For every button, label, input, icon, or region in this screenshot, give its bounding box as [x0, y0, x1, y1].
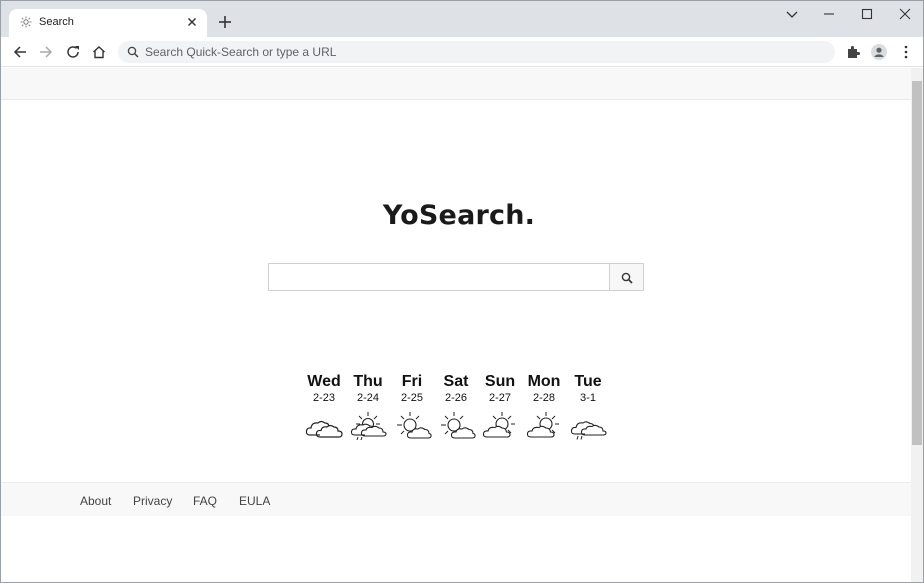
- address-bar[interactable]: [118, 41, 835, 63]
- forecast-day[interactable]: Fri 2-25: [390, 373, 434, 439]
- forecast-day-name: Sat: [443, 373, 469, 390]
- forecast-day[interactable]: Wed 2-23: [302, 373, 346, 438]
- forecast-day-name: Sun: [484, 373, 516, 390]
- chevron-down-icon[interactable]: [784, 7, 800, 21]
- browser-window: Search Search Quick-Search or type a URL…: [0, 0, 924, 583]
- close-tab-icon[interactable]: [185, 15, 199, 29]
- site-logo: YoSearch.: [382, 200, 536, 231]
- forecast-day[interactable]: Thu 2-24: [346, 373, 390, 441]
- forecast-date: 2-26: [444, 392, 468, 404]
- maximize-icon[interactable]: [859, 7, 875, 21]
- forecast-day[interactable]: Sun 2-27: [478, 373, 522, 438]
- search-icon: [127, 46, 139, 58]
- forecast-date: 2-23: [312, 392, 336, 404]
- profile-icon[interactable]: [871, 44, 887, 60]
- weather-forecast: Wed 2-23 Thu 2-24 Fri 2-25 Sat 2-26 Sun …: [302, 373, 614, 443]
- search-icon: [621, 272, 633, 284]
- forecast-day-name: Fri: [401, 373, 423, 390]
- scrollbar-thumb[interactable]: [912, 81, 922, 445]
- rain-cloud-icon: [570, 421, 607, 440]
- page-top-bar: [1, 68, 911, 100]
- partly-sunny-icon: [397, 412, 432, 439]
- partly-sunny-icon: [482, 412, 515, 438]
- page-footer: About Privacy FAQ EULA: [1, 482, 911, 516]
- forecast-date: 3-1: [580, 392, 596, 404]
- reload-icon[interactable]: [65, 44, 81, 60]
- browser-toolbar: [1, 37, 923, 67]
- forecast-day-name: Tue: [574, 373, 602, 390]
- forecast-day[interactable]: Sat 2-26: [434, 373, 478, 439]
- forecast-date: 2-27: [488, 392, 512, 404]
- sun-icon: [20, 16, 32, 28]
- minimize-icon[interactable]: [821, 7, 837, 21]
- search-input[interactable]: [268, 263, 609, 291]
- partly-sunny-icon: [526, 412, 559, 438]
- close-window-icon[interactable]: [897, 7, 913, 21]
- address-input[interactable]: [145, 41, 825, 63]
- partly-sunny-icon: [441, 412, 476, 439]
- forecast-date: 2-25: [400, 392, 424, 404]
- extensions-icon[interactable]: [845, 44, 861, 60]
- menu-icon[interactable]: [898, 44, 914, 60]
- sun-cloud-rain-icon: [350, 412, 387, 441]
- forecast-date: 2-28: [532, 392, 556, 404]
- footer-link-eula[interactable]: EULA: [239, 494, 270, 508]
- new-tab-icon[interactable]: [217, 14, 233, 30]
- footer-link-about[interactable]: About: [80, 494, 111, 508]
- footer-link-faq[interactable]: FAQ: [193, 494, 217, 508]
- tab-title: Search: [39, 16, 74, 28]
- tab-search[interactable]: Search: [9, 9, 207, 37]
- forecast-day[interactable]: Mon 2-28: [522, 373, 566, 438]
- home-icon[interactable]: [91, 44, 107, 60]
- back-icon[interactable]: [12, 44, 28, 60]
- tab-strip: Search: [1, 1, 923, 37]
- footer-link-privacy[interactable]: Privacy: [133, 494, 172, 508]
- search-button[interactable]: [609, 263, 644, 291]
- forecast-day-name: Wed: [307, 373, 341, 390]
- search-form: [268, 263, 644, 291]
- forecast-day-name: Thu: [353, 373, 383, 390]
- forecast-day-name: Mon: [527, 373, 561, 390]
- forward-icon[interactable]: [38, 44, 54, 60]
- cloudy-icon: [305, 420, 343, 438]
- forecast-date: 2-24: [356, 392, 380, 404]
- forecast-day[interactable]: Tue 3-1: [566, 373, 610, 440]
